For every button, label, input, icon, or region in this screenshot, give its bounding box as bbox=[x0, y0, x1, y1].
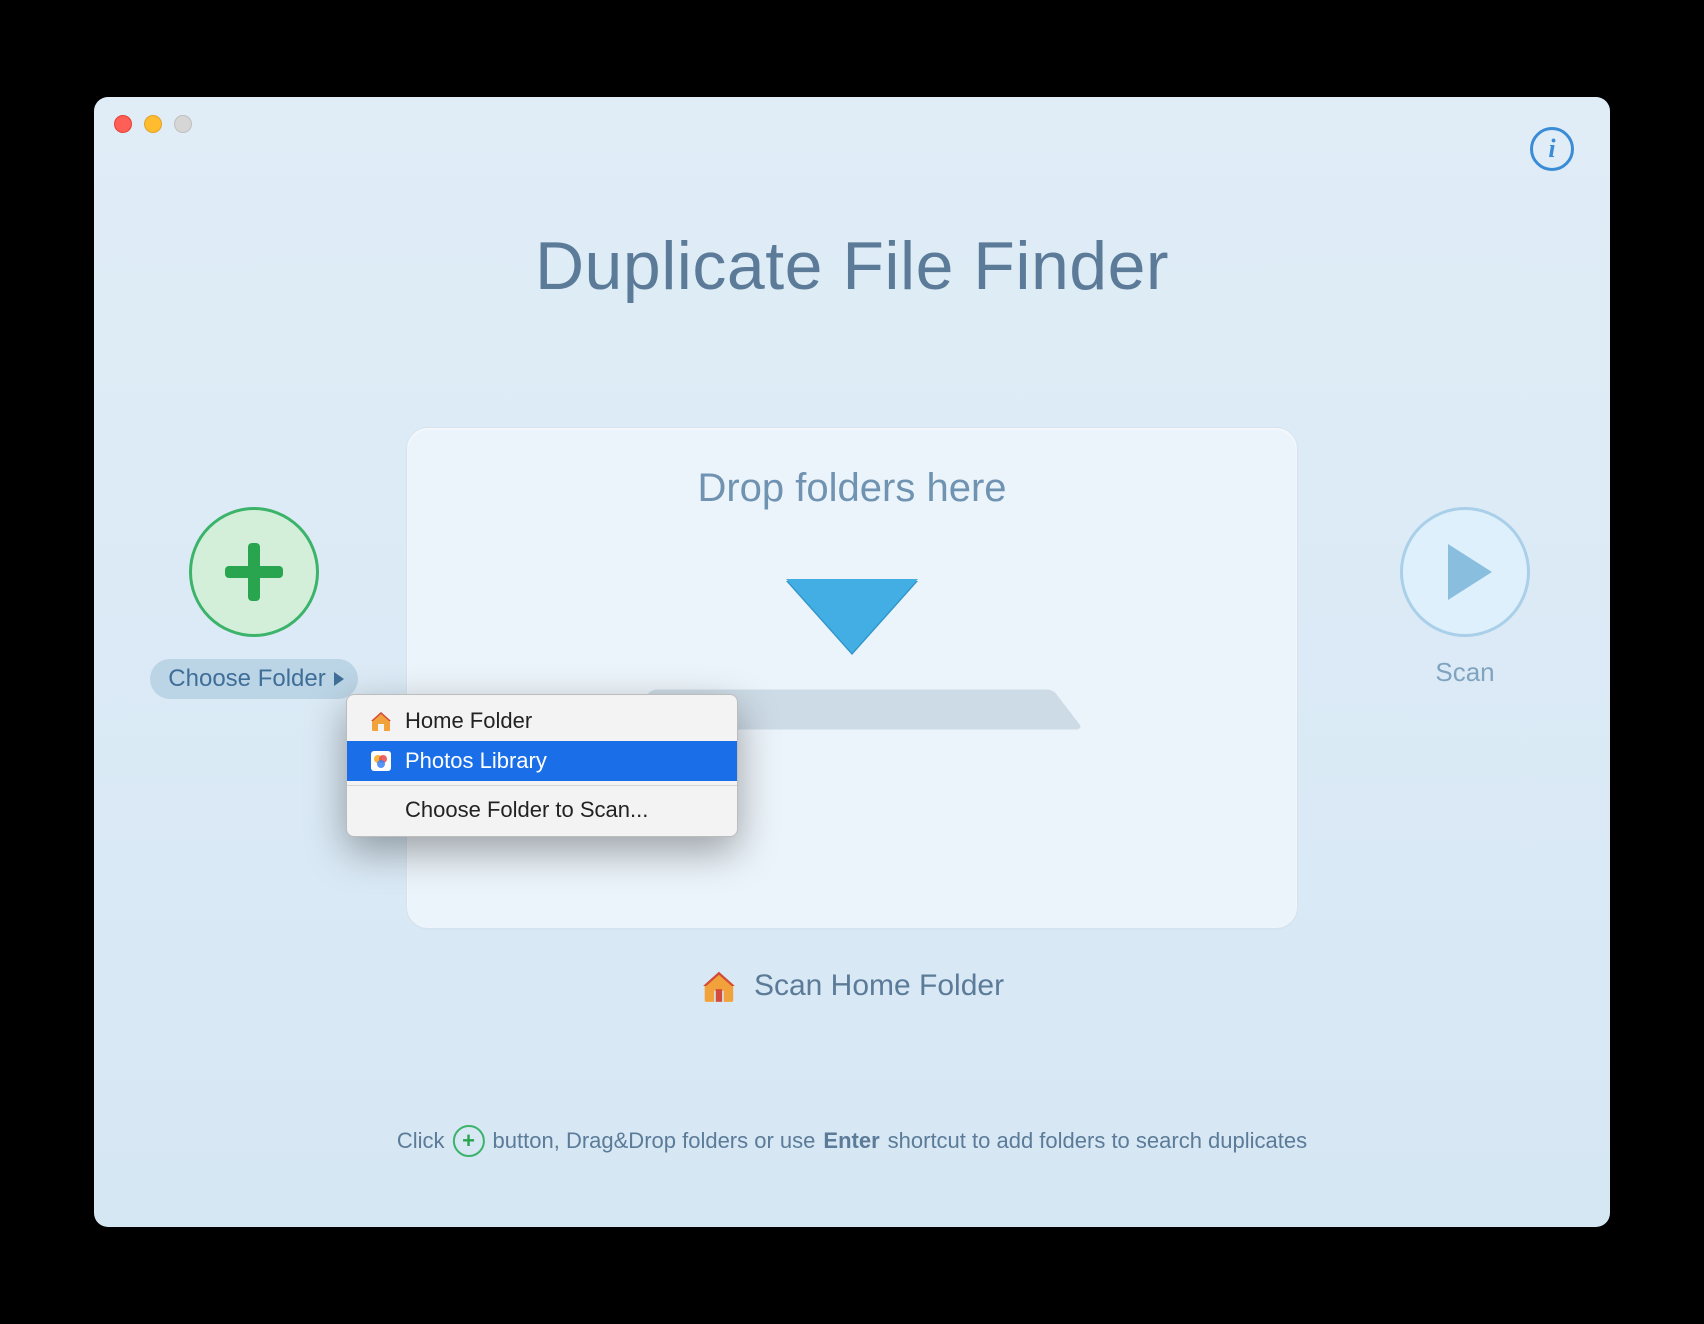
home-icon bbox=[369, 709, 393, 733]
plus-icon-small: + bbox=[453, 1125, 485, 1157]
home-icon bbox=[700, 967, 738, 1005]
window-controls bbox=[114, 115, 192, 133]
down-arrow-icon bbox=[786, 579, 918, 653]
scan-button[interactable] bbox=[1400, 507, 1530, 637]
drop-zone-label: Drop folders here bbox=[697, 466, 1006, 511]
minimize-window-button[interactable] bbox=[144, 115, 162, 133]
choose-folder-menu: Home Folder Photos Library Choose Folder… bbox=[346, 694, 738, 837]
scan-column: Scan bbox=[1380, 507, 1550, 688]
add-folder-button[interactable] bbox=[189, 507, 319, 637]
menu-item-label: Photos Library bbox=[405, 748, 547, 774]
hint-text: Click + button, Drag&Drop folders or use… bbox=[397, 1125, 1307, 1157]
chevron-right-icon bbox=[334, 672, 344, 686]
add-folder-column: Choose Folder bbox=[154, 507, 354, 699]
plus-icon bbox=[225, 543, 283, 601]
drop-zone[interactable]: Drop folders here bbox=[406, 427, 1298, 929]
info-button[interactable]: i bbox=[1530, 127, 1574, 171]
menu-item-choose-folder[interactable]: Choose Folder to Scan... bbox=[347, 790, 737, 830]
play-icon bbox=[1448, 544, 1492, 600]
menu-item-label: Choose Folder to Scan... bbox=[405, 797, 648, 823]
app-window: i Duplicate File Finder Drop folders her… bbox=[94, 97, 1610, 1227]
photos-icon bbox=[369, 749, 393, 773]
choose-folder-label: Choose Folder bbox=[168, 665, 325, 693]
close-window-button[interactable] bbox=[114, 115, 132, 133]
app-title: Duplicate File Finder bbox=[94, 227, 1610, 305]
scan-button-label: Scan bbox=[1435, 657, 1494, 688]
scan-home-folder-label: Scan Home Folder bbox=[754, 969, 1004, 1003]
scan-home-folder-button[interactable]: Scan Home Folder bbox=[700, 967, 1004, 1005]
choose-folder-button[interactable]: Choose Folder bbox=[150, 659, 357, 699]
menu-item-home-folder[interactable]: Home Folder bbox=[347, 701, 737, 741]
info-icon: i bbox=[1548, 134, 1555, 164]
menu-item-photos-library[interactable]: Photos Library bbox=[347, 741, 737, 781]
menu-item-label: Home Folder bbox=[405, 708, 532, 734]
zoom-window-button[interactable] bbox=[174, 115, 192, 133]
menu-separator bbox=[347, 785, 737, 786]
